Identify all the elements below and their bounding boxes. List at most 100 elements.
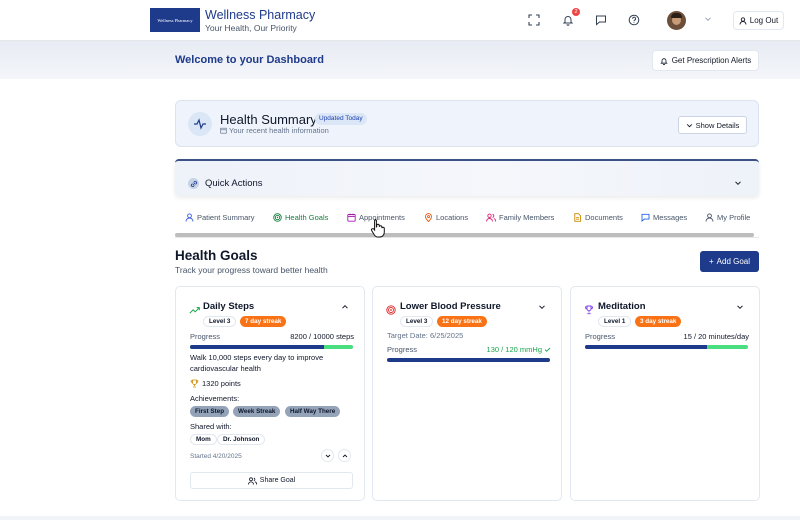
- tab-label: Documents: [585, 213, 623, 222]
- goal-points: 1320 points: [190, 379, 241, 388]
- tab-label: Patient Summary: [197, 213, 255, 222]
- achievement-chip: First Step: [190, 406, 230, 417]
- tab-label: Messages: [653, 213, 688, 222]
- page-footer-edge: [0, 516, 800, 520]
- target-icon: [273, 213, 282, 222]
- pharmacy-logo[interactable]: Wellness Pharmacy: [150, 8, 200, 32]
- tab-health-goals[interactable]: Health Goals: [273, 211, 328, 224]
- progress-value: 130 / 120 mmHg: [486, 345, 542, 354]
- goal-title: Daily Steps: [203, 301, 255, 312]
- page-title: Welcome to your Dashboard: [175, 54, 324, 66]
- show-details-label: Show Details: [695, 120, 740, 130]
- map-pin-icon: [425, 213, 432, 222]
- share-goal-button[interactable]: Share Goal: [190, 472, 353, 489]
- streak-badge: 12 day streak: [437, 316, 487, 327]
- check-icon: [544, 347, 551, 352]
- move-down-button[interactable]: [321, 449, 334, 462]
- message-icon[interactable]: [595, 14, 607, 26]
- help-icon[interactable]: [628, 14, 640, 26]
- chevron-down-icon[interactable]: [734, 179, 742, 187]
- progress-bar: [190, 345, 353, 349]
- level-badge: Level 3: [203, 316, 237, 327]
- trending-up-icon: [189, 307, 200, 314]
- user-icon: [185, 213, 194, 222]
- activity-icon: [188, 112, 212, 136]
- chevron-down-icon[interactable]: [704, 15, 712, 23]
- shared-person-chip: Mom: [190, 434, 217, 445]
- tab-label: Family Members: [499, 213, 555, 222]
- bell-icon[interactable]: [562, 14, 574, 26]
- achievement-chip: Week Streak: [233, 406, 281, 417]
- progress-value-success: 130 / 120 mmHg: [487, 345, 551, 354]
- brand-name: Wellness Pharmacy: [205, 8, 316, 22]
- goal-title: Meditation: [598, 301, 646, 312]
- calendar-icon: [347, 213, 356, 222]
- logout-label: Log Out: [749, 16, 779, 25]
- progress-bar: [585, 345, 748, 349]
- target-date: Target Date: 6/25/2025: [387, 331, 464, 340]
- goal-card-daily-steps: Daily Steps Level 3 7 day streak Progres…: [175, 286, 365, 501]
- top-header: Wellness Pharmacy Wellness Pharmacy Your…: [0, 0, 800, 41]
- goals-subtitle: Track your progress toward better health: [175, 265, 328, 275]
- tabs-scrollbar[interactable]: [175, 233, 754, 237]
- show-details-button[interactable]: Show Details: [678, 116, 747, 134]
- streak-badge: 7 day streak: [240, 316, 287, 327]
- progress-fill: [387, 358, 550, 362]
- goals-title: Health Goals: [175, 248, 258, 263]
- points-text: 1320 points: [202, 379, 241, 388]
- logout-button[interactable]: Log Out: [733, 11, 784, 30]
- health-summary-card: Health Summary Updated Today Your recent…: [175, 100, 759, 147]
- shared-person-chip: Dr. Johnson: [217, 434, 266, 445]
- hand-cursor-icon: [370, 219, 385, 238]
- tab-messages[interactable]: Messages: [641, 211, 687, 224]
- users-icon: [486, 213, 496, 222]
- user-icon: [739, 16, 747, 25]
- trophy-icon: [190, 379, 199, 388]
- brand-tagline: Your Health, Our Priority: [205, 23, 297, 33]
- user-icon: [705, 213, 714, 222]
- progress-bar: [387, 358, 550, 362]
- chevron-down-icon[interactable]: [538, 303, 546, 311]
- user-avatar[interactable]: [667, 11, 686, 30]
- goal-card-blood-pressure: Lower Blood Pressure Level 3 12 day stre…: [372, 286, 562, 501]
- goal-description: Walk 10,000 steps every day to improve c…: [190, 353, 324, 373]
- tab-patient-summary[interactable]: Patient Summary: [185, 211, 255, 224]
- chevron-up-icon[interactable]: [341, 303, 349, 311]
- message-icon: [641, 213, 650, 222]
- tab-documents[interactable]: Documents: [573, 211, 623, 224]
- summary-title: Health Summary: [220, 112, 317, 127]
- start-date: Started 4/20/2025: [190, 453, 242, 460]
- add-goal-button[interactable]: + Add Goal: [700, 251, 759, 272]
- chevron-down-icon: [686, 123, 692, 127]
- progress-fill: [585, 345, 708, 349]
- logo-text: Wellness Pharmacy: [157, 17, 193, 23]
- link-icon: [188, 178, 199, 189]
- tab-label: My Profile: [717, 213, 751, 222]
- tab-locations[interactable]: Locations: [424, 211, 468, 224]
- progress-label: Progress: [585, 332, 616, 341]
- target-icon: [386, 305, 396, 315]
- fullscreen-icon[interactable]: [528, 14, 540, 26]
- document-icon: [574, 213, 581, 222]
- users-icon: [247, 476, 257, 485]
- progress-label: Progress: [190, 332, 221, 341]
- shared-with-title: Shared with:: [190, 422, 232, 431]
- level-badge: Level 3: [400, 316, 434, 327]
- tab-my-profile[interactable]: My Profile: [705, 211, 750, 224]
- chevron-down-icon[interactable]: [736, 303, 744, 311]
- move-up-button[interactable]: [338, 449, 351, 462]
- chevron-up-icon: [342, 453, 347, 457]
- share-goal-label: Share Goal: [259, 477, 296, 484]
- welcome-banner: Welcome to your Dashboard Get Prescripti…: [0, 41, 800, 79]
- alerts-button-label: Get Prescription Alerts: [671, 56, 752, 65]
- level-badge: Level 1: [598, 316, 632, 327]
- avatar-hair: [671, 13, 682, 18]
- quick-actions-title: Quick Actions: [205, 178, 263, 189]
- summary-subtitle: Your recent health information: [220, 126, 329, 135]
- achievement-chip: Half Way There: [285, 406, 341, 417]
- tab-family-members[interactable]: Family Members: [486, 211, 554, 224]
- quick-actions-panel[interactable]: Quick Actions: [175, 159, 759, 196]
- prescription-alerts-button[interactable]: Get Prescription Alerts: [652, 50, 759, 71]
- streak-badge: 3 day streak: [635, 316, 682, 327]
- goal-card-meditation: Meditation Level 1 3 day streak Progress…: [570, 286, 760, 501]
